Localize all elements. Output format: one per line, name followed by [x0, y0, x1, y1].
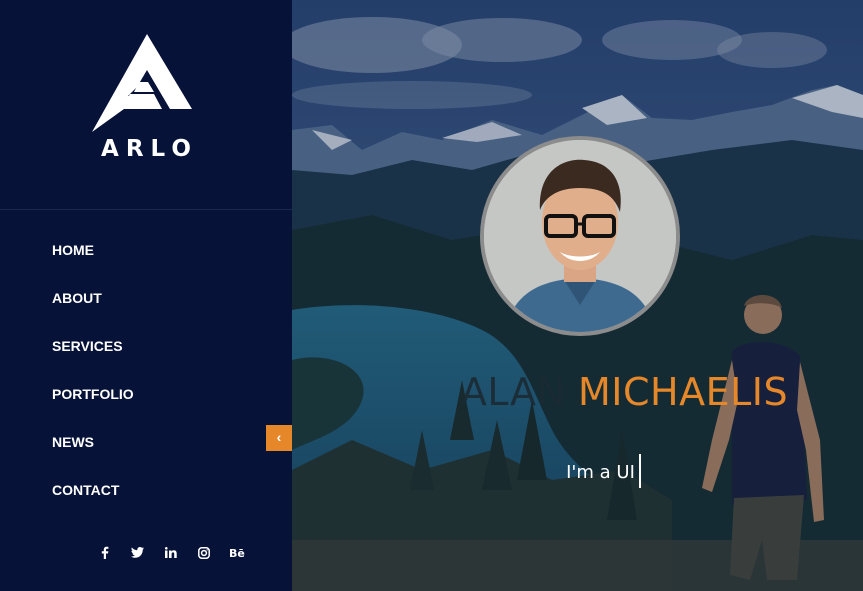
- profile-photo: [480, 136, 680, 336]
- hero-section: ALAN MICHAELIS I'm a UI: [292, 0, 863, 591]
- nav-item-contact[interactable]: CONTACT: [52, 480, 134, 528]
- facebook-icon[interactable]: [88, 544, 121, 560]
- sidebar-collapse-button[interactable]: ‹: [266, 425, 292, 451]
- chevron-left-icon: ‹: [276, 429, 282, 445]
- social-links: Bē: [88, 544, 253, 560]
- linkedin-icon[interactable]: [154, 544, 187, 560]
- nav-item-about[interactable]: ABOUT: [52, 288, 134, 336]
- nav-item-portfolio[interactable]: PORTFOLIO: [52, 384, 134, 432]
- hero-first-name: ALAN: [460, 370, 566, 414]
- arlo-a-logo: [92, 34, 192, 132]
- instagram-icon[interactable]: [187, 544, 220, 560]
- nav-item-news[interactable]: NEWS: [52, 432, 134, 480]
- twitter-icon[interactable]: [121, 544, 154, 560]
- behance-icon[interactable]: Bē: [220, 544, 253, 560]
- sidebar: ARLO HOME ABOUT SERVICES PORTFOLIO NEWS …: [0, 0, 292, 591]
- hero-name: ALAN MICHAELIS: [339, 370, 863, 414]
- typing-cursor: [638, 454, 641, 488]
- main-nav: HOME ABOUT SERVICES PORTFOLIO NEWS CONTA…: [52, 240, 134, 528]
- nav-item-services[interactable]: SERVICES: [52, 336, 134, 384]
- nav-item-home[interactable]: HOME: [52, 240, 134, 288]
- typed-text: I'm a UI: [566, 462, 635, 483]
- hero-tagline: I'm a UI: [318, 454, 863, 490]
- person-portrait: [484, 140, 676, 332]
- brand-name: ARLO: [101, 136, 198, 162]
- logo-area[interactable]: ARLO: [0, 0, 292, 210]
- svg-text:Bē: Bē: [229, 547, 245, 558]
- hero-last-name: MICHAELIS: [577, 370, 789, 414]
